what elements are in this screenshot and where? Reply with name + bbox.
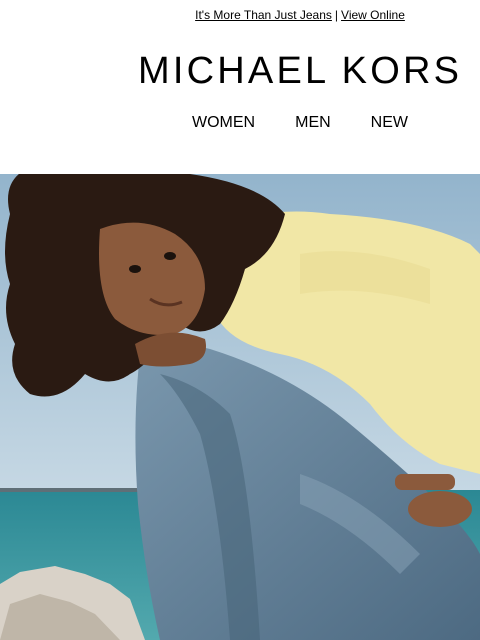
main-nav: WOMEN MEN NEW xyxy=(0,114,480,132)
preheader: It's More Than Just Jeans | View Online xyxy=(0,8,480,22)
preheader-separator: | xyxy=(334,8,339,22)
view-online-link[interactable]: View Online xyxy=(341,8,405,22)
hero-image[interactable] xyxy=(0,174,480,640)
nav-item-new[interactable]: NEW xyxy=(371,114,408,132)
hand-right xyxy=(408,491,472,527)
horizon-pier xyxy=(0,488,145,492)
brand-logo[interactable]: MICHAEL KORS xyxy=(138,50,462,93)
tagline-link[interactable]: It's More Than Just Jeans xyxy=(195,8,332,22)
hero-illustration xyxy=(0,174,480,640)
nav-item-men[interactable]: MEN xyxy=(295,114,331,132)
nav-item-women[interactable]: WOMEN xyxy=(192,114,255,132)
